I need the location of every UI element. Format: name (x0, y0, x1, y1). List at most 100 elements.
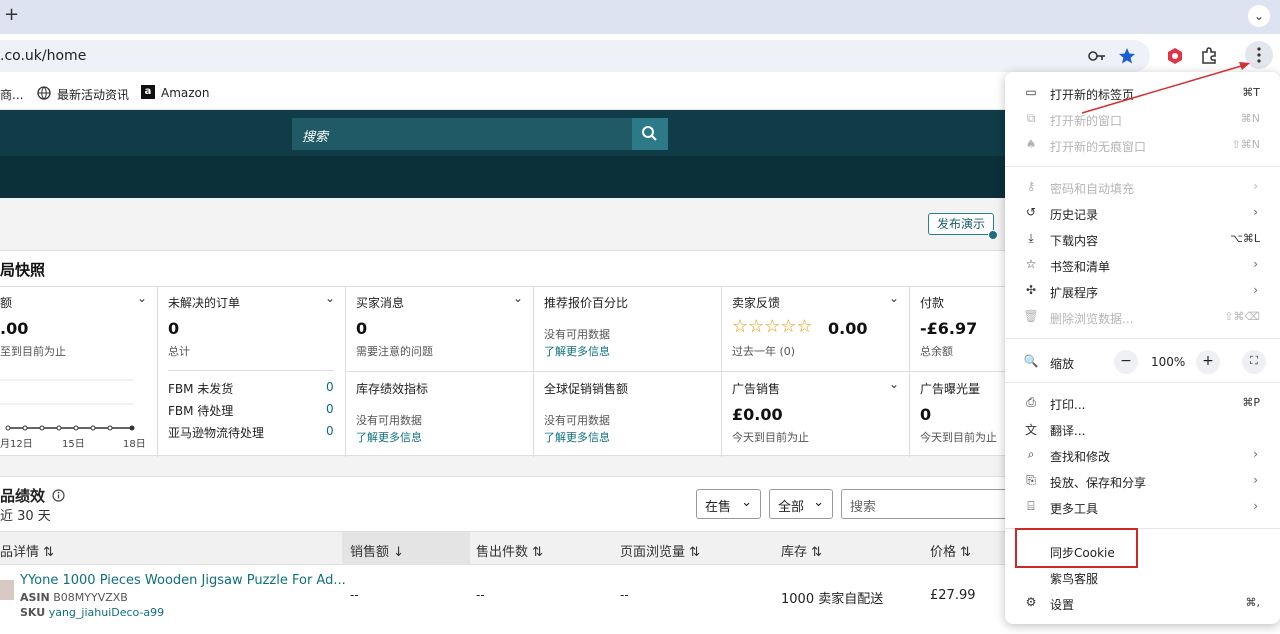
global-snapshot: 局快照 额 ⌄ .00 至到目前为止 月12日 15日 18日 未解决的订单 ⌄… (0, 250, 1010, 457)
column-header[interactable]: 品详情 ⇅ (0, 541, 54, 560)
column-header[interactable]: 页面浏览量 ⇅ (620, 541, 700, 560)
column-header[interactable]: 价格 ⇅ (930, 541, 971, 560)
menu-item-incognito: ♠ 打开新的无痕窗口 ⇧⌘N (1005, 132, 1280, 158)
zoom-level: 100% (1151, 355, 1186, 369)
zoom-in-button[interactable]: + (1196, 350, 1220, 374)
buyer-messages-card[interactable]: 买家消息 ⌄ 0 需要注意的问题 (346, 286, 533, 371)
dashboard: 发布演示 局快照 额 ⌄ .00 至到目前为止 月12日 15日 18日 未解决… (0, 198, 1010, 634)
seller-feedback-card[interactable]: 卖家反馈 ⌄ ☆☆☆☆☆ 0.00 过去一年 (0) (722, 286, 909, 371)
learn-more-link[interactable]: 了解更多信息 (544, 343, 610, 359)
chevron-right-icon: › (1253, 257, 1258, 271)
bookmark-item[interactable]: 最新活动资讯 (57, 86, 129, 103)
product-title-link[interactable]: YYone 1000 Pieces Wooden Jigsaw Puzzle F… (20, 573, 346, 588)
section-title: 品绩效 (0, 487, 46, 505)
chevron-down-icon[interactable]: ⌄ (889, 291, 899, 305)
puzzle-icon: ✣ (1025, 283, 1037, 297)
column-header[interactable]: 售出件数 ⇅ (476, 541, 543, 560)
info-icon[interactable] (52, 489, 65, 502)
ad-sales-card[interactable]: 广告销售 ⌄ £0.00 今天到目前为止 (722, 372, 909, 457)
chevron-right-icon: › (1253, 283, 1258, 297)
tab-search-button[interactable]: ⌄ (1248, 5, 1270, 27)
key-icon: ⚷ (1026, 179, 1036, 193)
chevron-down-icon[interactable]: ⌄ (137, 291, 147, 305)
column-header[interactable]: 库存 ⇅ (781, 541, 822, 560)
menu-item-find-edit[interactable]: ⌕ 查找和修改 › (1005, 442, 1280, 468)
menu-item-downloads[interactable]: ⤓ 下载内容 ⌥⌘L (1005, 226, 1280, 252)
inventory-performance-card[interactable]: 库存绩效指标 没有可用数据 了解更多信息 (346, 372, 533, 457)
chevron-down-icon: ⌄ (813, 495, 824, 510)
menu-item-bookmarks[interactable]: ☆ 书签和清单 › (1005, 252, 1280, 278)
search-button[interactable] (632, 118, 668, 150)
star-rating-icon: ☆☆☆☆☆ (732, 316, 813, 337)
printer-icon: ⎙ (1026, 395, 1036, 409)
amazon-icon: a (141, 85, 155, 99)
learn-more-link[interactable]: 了解更多信息 (544, 429, 610, 445)
new-window-icon: ⧉ (1026, 111, 1036, 125)
omnibox[interactable]: .co.uk/home (0, 40, 1150, 72)
menu-item-cast-save-share[interactable]: ⎘ 投放、保存和分享 › (1005, 468, 1280, 494)
menu-item-settings[interactable]: ⚙ 设置 ⌘, (1005, 590, 1280, 616)
tab-strip: + ⌄ (0, 0, 1280, 34)
cast-icon: ⎘ (1026, 473, 1036, 487)
menu-item-history[interactable]: ↺ 历史记录 › (1005, 200, 1280, 226)
sales-card[interactable]: 额 ⌄ .00 至到目前为止 月12日 15日 18日 (0, 286, 157, 457)
gear-icon: ⚙ (1025, 595, 1037, 609)
status-dot (988, 230, 998, 240)
table-row: YYone 1000 Pieces Wooden Jigsaw Puzzle F… (0, 566, 1010, 628)
find-icon: ⌕ (1027, 447, 1035, 461)
new-tab-icon: ▭ (1025, 85, 1037, 99)
publish-demo-button[interactable]: 发布演示 (928, 213, 994, 235)
menu-item-more-tools[interactable]: ⌸ 更多工具 › (1005, 494, 1280, 520)
bookmark-star-icon[interactable] (1118, 47, 1136, 65)
table-header: 品详情 ⇅ 销售额 ↓ 售出件数 ⇅ 页面浏览量 ⇅ 库存 ⇅ 价格 ⇅ (0, 531, 1010, 565)
search-input[interactable]: 搜索 (292, 118, 632, 150)
date-range-label: 近 30 天 (0, 509, 51, 524)
chevron-down-icon[interactable]: ⌄ (889, 377, 899, 391)
menu-item-passwords: ⚷ 密码和自动填充 › (1005, 174, 1280, 200)
extension-app-icon[interactable] (1166, 47, 1184, 65)
category-filter-select[interactable]: 全部 ⌄ (769, 489, 833, 519)
annotation-highlight-box (1015, 528, 1138, 568)
chevron-right-icon: › (1253, 499, 1258, 513)
ad-impressions-card[interactable]: 广告曝光量 0 今天到目前为止 (910, 372, 1010, 457)
bookmark-item[interactable]: 商... (0, 86, 23, 103)
menu-item-new-window: ⧉ 打开新的窗口 ⌘N (1005, 106, 1280, 132)
key-icon[interactable] (1088, 49, 1106, 63)
sales-sparkline (0, 379, 135, 431)
chevron-right-icon: › (1253, 473, 1258, 487)
open-orders-card[interactable]: 未解决的订单 ⌄ 0 总计 FBM 未发货 0 FBM 待处理 0 亚马逊物流待… (158, 286, 345, 457)
globe-icon (37, 86, 51, 100)
section-title: 局快照 (0, 261, 46, 279)
extensions-puzzle-icon[interactable] (1200, 46, 1218, 64)
menu-item-new-tab[interactable]: ▭ 打开新的标签页 ⌘T (1005, 80, 1280, 106)
learn-more-link[interactable]: 了解更多信息 (356, 429, 422, 445)
payments-card[interactable]: 付款 -£6.97 总余额 (910, 286, 1010, 371)
zoom-out-button[interactable]: − (1114, 350, 1138, 374)
menu-item-translate[interactable]: 文翻译... (1005, 416, 1280, 442)
chevron-down-icon[interactable]: ⌄ (325, 291, 335, 305)
bookmark-item[interactable]: Amazon (161, 86, 210, 100)
chevron-right-icon: › (1253, 447, 1258, 461)
menu-item-extensions[interactable]: ✣ 扩展程序 › (1005, 278, 1280, 304)
column-header[interactable]: 销售额 ↓ (350, 541, 404, 560)
featured-offer-card[interactable]: 推荐报价百分比 没有可用数据 了解更多信息 (534, 286, 721, 371)
toolbar: .co.uk/home (0, 34, 1280, 76)
seller-nav (0, 156, 1010, 198)
product-performance: 品绩效 近 30 天 在售 ⌄ 全部 ⌄ 搜索 品详情 ⇅ 销售额 ↓ 售出件数… (0, 476, 1010, 634)
zoom-icon: 🔍 (1023, 354, 1039, 368)
new-tab-button[interactable]: + (4, 4, 19, 25)
status-filter-select[interactable]: 在售 ⌄ (696, 489, 761, 519)
kebab-menu-icon (1257, 47, 1261, 63)
global-promotions-card[interactable]: 全球促销销售额 没有可用数据 了解更多信息 (534, 372, 721, 457)
fullscreen-icon[interactable]: ⛶ (1242, 350, 1266, 374)
menu-item-clear-data: 🗑 删除浏览数据... ⇧⌘⌫ (1023, 309, 1260, 326)
menu-item-zoom: 🔍 缩放 − 100% + ⛶ (1005, 346, 1280, 378)
trash-icon: 🗑 (1023, 309, 1039, 323)
url-text[interactable]: .co.uk/home (0, 48, 86, 64)
chevron-down-icon[interactable]: ⌄ (513, 291, 523, 305)
product-search-input[interactable]: 搜索 (841, 489, 1010, 519)
chrome-menu-button[interactable] (1245, 41, 1273, 69)
sku-link[interactable]: yang_jiahuiDeco-a99 (49, 606, 164, 619)
incognito-icon: ♠ (1025, 137, 1037, 151)
menu-item-print[interactable]: ⎙ 打印... ⌘P (1005, 390, 1280, 416)
